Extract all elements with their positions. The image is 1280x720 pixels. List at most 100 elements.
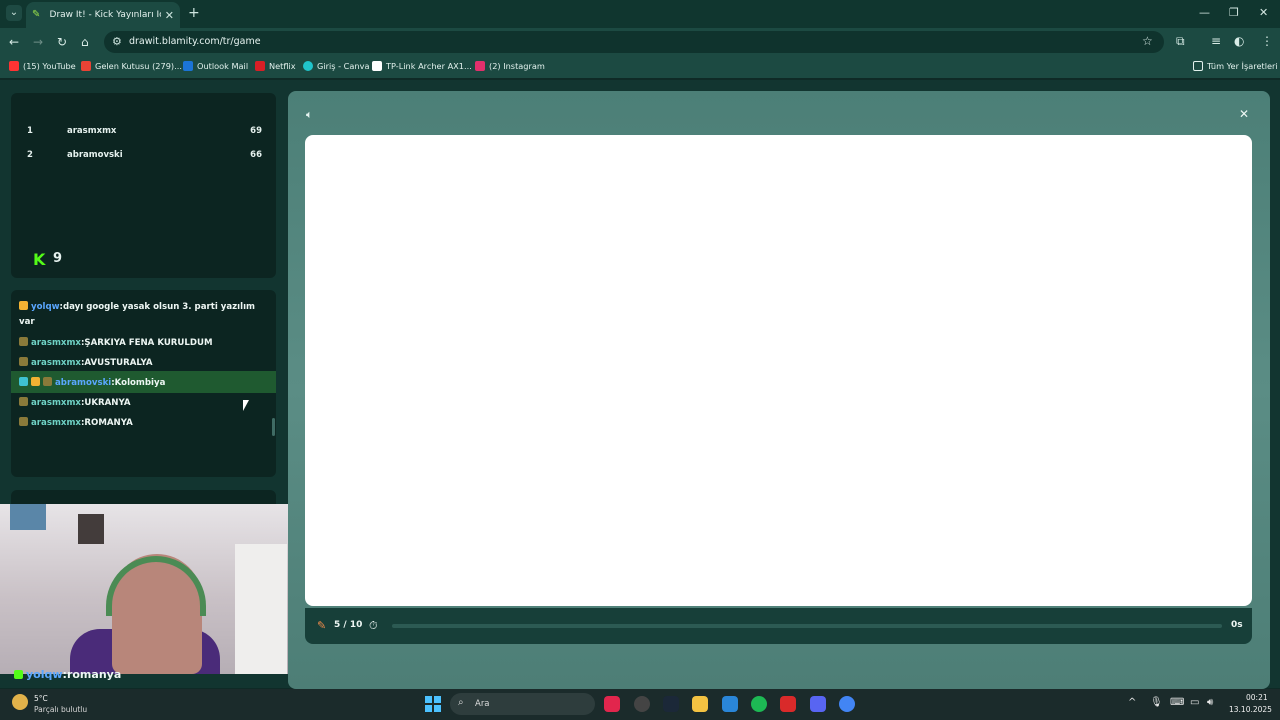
chat-panel: yolqw:dayı google yasak olsun 3. parti y…	[11, 290, 276, 477]
rank: 2	[27, 150, 33, 160]
chat-message-continued: var	[19, 317, 35, 327]
reload-icon[interactable]: ↻	[57, 35, 67, 49]
circle-app-icon[interactable]	[634, 696, 650, 712]
url-text: drawit.blamity.com/tr/game	[129, 36, 261, 47]
clock-date[interactable]: 13.10.2025	[1229, 705, 1272, 714]
spotify-icon[interactable]	[751, 696, 767, 712]
vscode-icon[interactable]	[722, 696, 738, 712]
kick-logo-icon: K	[33, 250, 46, 269]
instagram-icon	[475, 61, 485, 71]
drawing-canvas[interactable]	[305, 135, 1252, 606]
search-placeholder: Ara	[475, 699, 490, 709]
badge-icon	[19, 337, 28, 346]
netflix-icon	[255, 61, 265, 71]
weather-temperature: 5°C	[34, 694, 48, 703]
tiktok-icon[interactable]	[604, 696, 620, 712]
player-name: abramovski	[67, 150, 123, 160]
microphone-icon[interactable]: 🎙︎	[1150, 697, 1163, 708]
badge-icon	[19, 357, 28, 366]
home-icon[interactable]: ⌂	[81, 35, 89, 49]
sound-icon[interactable]: 🔈︎	[306, 108, 313, 122]
tab-search-button[interactable]: ⌄	[6, 5, 22, 21]
bookmark-youtube[interactable]: (15) YouTube	[9, 61, 76, 71]
chat-message: arasmxmx:UKRANYA	[11, 397, 276, 408]
time-remaining: 0s	[1231, 620, 1243, 630]
bookmark-tplink[interactable]: TP-Link Archer AX1...	[372, 61, 472, 71]
timer-icon: ⏱︎	[369, 619, 378, 632]
badge-icon	[19, 397, 28, 406]
bookmark-canva[interactable]: Giriş - Canva	[303, 61, 369, 71]
wall-poster	[10, 504, 46, 530]
volume-icon[interactable]: 🔊︎	[1207, 697, 1213, 708]
clock-time[interactable]: 00:21	[1246, 693, 1268, 702]
folder-icon	[1193, 61, 1203, 71]
sub-badge-icon	[19, 301, 28, 310]
window-close-icon[interactable]: ✕	[1259, 6, 1268, 19]
bookmark-gmail[interactable]: Gelen Kutusu (279)...	[81, 61, 182, 71]
time-progress-bar	[392, 624, 1222, 628]
outlook-icon	[183, 61, 193, 71]
restore-icon[interactable]: ❐	[1229, 6, 1239, 19]
badge-icon	[19, 417, 28, 426]
chat-scrollbar[interactable]	[272, 418, 275, 436]
bookmark-netflix[interactable]: Netflix	[255, 61, 296, 71]
forward-arrow-icon[interactable]: →	[33, 35, 43, 49]
moderator-badge-icon	[19, 377, 28, 386]
close-game-icon[interactable]: ✕	[1239, 107, 1249, 121]
browser-tab[interactable]: ✎ Draw It! - Kick Yayınları İçin Çizi ✕	[26, 2, 180, 28]
rank: 1	[27, 126, 33, 136]
address-bar[interactable]	[104, 31, 1164, 53]
webcam-chat-caption: yolqw:romanya	[14, 668, 121, 681]
app-icon[interactable]	[780, 696, 796, 712]
bookmark-star-icon[interactable]: ☆	[1142, 34, 1153, 48]
tray-overflow-icon[interactable]: ^	[1128, 697, 1136, 708]
webcam-overlay	[0, 504, 292, 674]
search-icon: ⌕	[458, 697, 464, 708]
chrome-icon[interactable]	[839, 696, 855, 712]
pencil-icon: ✎	[317, 619, 327, 632]
tplink-icon	[372, 61, 382, 71]
minimize-icon[interactable]: —	[1199, 6, 1210, 19]
all-bookmarks[interactable]: Tüm Yer İşaretleri	[1193, 61, 1278, 71]
crown-icon	[31, 377, 40, 386]
media-controls-icon[interactable]: ≡	[1211, 34, 1221, 48]
leaderboard-panel: 1 arasmxmx 69 2 abramovski 66 K 9	[11, 93, 276, 278]
bookmark-outlook[interactable]: Outlook Mail	[183, 61, 248, 71]
chat-message: arasmxmx:AVUSTURALYA	[11, 357, 276, 368]
new-tab-button[interactable]: +	[188, 5, 200, 21]
player-score: 66	[250, 150, 262, 160]
mouse-cursor	[243, 400, 249, 411]
extensions-icon[interactable]: ⧉	[1176, 34, 1185, 49]
bookmark-instagram[interactable]: (2) Instagram	[475, 61, 545, 71]
start-button[interactable]	[425, 696, 441, 712]
chat-message: arasmxmx:ŞARKIYA FENA KURULDUM	[11, 337, 276, 348]
drawit-favicon-icon: ✎	[32, 9, 41, 20]
more-menu-icon[interactable]: ⋮	[1261, 34, 1273, 48]
fridge	[235, 544, 287, 674]
profile-avatar-icon[interactable]: ◐	[1234, 34, 1244, 48]
network-icon[interactable]: ▭	[1190, 697, 1199, 708]
kick-viewer-count: 9	[53, 251, 63, 266]
back-arrow-icon[interactable]: ←	[9, 35, 19, 49]
player-score: 69	[250, 126, 262, 136]
gmail-icon	[81, 61, 91, 71]
chat-message: yolqw:dayı google yasak olsun 3. parti y…	[11, 301, 276, 312]
player-name: arasmxmx	[67, 126, 117, 136]
weather-icon[interactable]	[12, 694, 28, 710]
canva-icon	[303, 61, 313, 71]
weather-description: Parçalı bulutlu	[34, 705, 88, 714]
steam-icon[interactable]	[663, 696, 679, 712]
wall-frame	[78, 514, 104, 544]
discord-icon[interactable]	[810, 696, 826, 712]
site-info-icon[interactable]: ⚙	[112, 35, 122, 48]
round-counter: 5 / 10	[334, 620, 363, 630]
chat-message-highlighted: abramovski:Kolombiya	[11, 371, 276, 393]
badge-icon	[43, 377, 52, 386]
file-explorer-icon[interactable]	[692, 696, 708, 712]
youtube-icon	[9, 61, 19, 71]
keyboard-icon[interactable]: ⌨	[1170, 697, 1184, 708]
chat-message: arasmxmx:ROMANYA	[11, 417, 276, 428]
taskbar-search[interactable]	[450, 693, 595, 715]
tab-close-icon[interactable]: ✕	[165, 9, 174, 22]
tab-title: Draw It! - Kick Yayınları İçin Çizi	[49, 10, 161, 20]
